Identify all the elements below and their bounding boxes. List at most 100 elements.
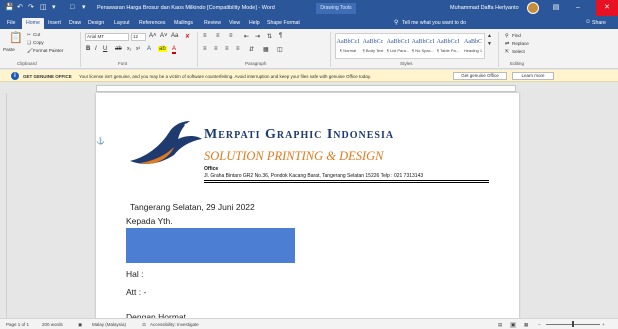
cut-icon[interactable]: ✂ bbox=[27, 32, 31, 38]
grow-font-icon[interactable]: A˄ bbox=[149, 33, 157, 39]
subscript-icon[interactable]: x₂ bbox=[127, 46, 131, 52]
bullets-icon[interactable]: ≡ bbox=[203, 33, 207, 39]
tab-home[interactable]: Home bbox=[22, 18, 44, 29]
tab-draw[interactable]: Draw bbox=[68, 18, 82, 29]
shrink-font-icon[interactable]: A˅ bbox=[160, 33, 168, 39]
language[interactable]: Malay (Malaysia) bbox=[92, 322, 126, 327]
document-page[interactable]: ⚓ Merpati Graphic Indonesia SOLUTION PRI… bbox=[96, 93, 519, 323]
customize-qat-icon[interactable]: ▾ bbox=[52, 3, 56, 12]
borders-icon[interactable]: ◫ bbox=[277, 46, 283, 53]
align-right-icon[interactable]: ≡ bbox=[225, 46, 229, 52]
save-icon[interactable]: 💾 bbox=[5, 3, 14, 12]
tab-design[interactable]: Design bbox=[87, 18, 105, 29]
read-mode-icon[interactable]: ▤ bbox=[498, 322, 502, 328]
tab-view[interactable]: View bbox=[228, 18, 241, 29]
page-count[interactable]: Page 1 of 1 bbox=[6, 322, 29, 327]
zoom-out-icon[interactable]: – bbox=[538, 322, 541, 327]
text-effects-icon[interactable]: A bbox=[147, 46, 151, 52]
styles-more-icon[interactable]: ▼ bbox=[487, 41, 492, 47]
font-color-icon[interactable]: A bbox=[172, 46, 177, 54]
italic-icon[interactable]: I bbox=[95, 46, 97, 52]
select-icon[interactable]: ⇱ bbox=[505, 49, 509, 55]
minimize-icon[interactable]: – bbox=[570, 2, 586, 14]
multilevel-list-icon[interactable]: ≡ bbox=[229, 33, 233, 39]
learn-more-button[interactable]: Learn more bbox=[512, 72, 554, 80]
zoom-slider-thumb[interactable] bbox=[572, 321, 574, 327]
cut-button[interactable]: Cut bbox=[33, 32, 40, 37]
web-layout-icon[interactable]: ▦ bbox=[524, 322, 528, 328]
accessibility-status[interactable]: Accessibility: Investigate bbox=[150, 322, 199, 327]
paste-button[interactable]: Paste bbox=[3, 47, 15, 52]
get-genuine-office-button[interactable]: Get genuine Office bbox=[453, 72, 507, 80]
accessibility-icon[interactable]: ⚖ bbox=[142, 322, 146, 328]
bird-logo bbox=[130, 121, 202, 164]
paste-icon[interactable]: 📋 bbox=[9, 31, 23, 44]
qat-more-icon[interactable]: ▾ bbox=[82, 3, 86, 12]
avatar[interactable] bbox=[527, 2, 539, 14]
line-spacing-icon[interactable]: ⇵ bbox=[249, 46, 254, 53]
format-painter-button[interactable]: Format Painter bbox=[33, 48, 63, 53]
tab-file[interactable]: File bbox=[6, 18, 16, 29]
copy-icon[interactable]: ❏ bbox=[27, 40, 31, 46]
print-layout-icon[interactable]: ▣ bbox=[510, 322, 517, 328]
underline-icon[interactable]: U bbox=[103, 46, 107, 52]
decrease-indent-icon[interactable]: ⇤ bbox=[244, 33, 249, 40]
horizontal-ruler[interactable] bbox=[0, 83, 618, 93]
change-case-icon[interactable]: Aa bbox=[171, 33, 178, 39]
share-button[interactable]: Share bbox=[592, 18, 606, 29]
shading-icon[interactable]: ▦ bbox=[263, 46, 269, 53]
tab-help[interactable]: Help bbox=[248, 18, 261, 29]
user-name[interactable]: Muhammad Daffa Herlyanto bbox=[450, 5, 519, 11]
redacted-recipient-box[interactable] bbox=[126, 228, 295, 263]
office-address: Jl. Graha Bintaro GR2 No.36, Pondok Kaca… bbox=[204, 173, 424, 179]
select-button[interactable]: Select bbox=[512, 49, 525, 54]
style-list-paragraph[interactable]: AaBbCcI ¶ List Para... bbox=[386, 35, 410, 59]
strikethrough-icon[interactable]: ab bbox=[115, 46, 122, 52]
redo-icon[interactable]: ↷ bbox=[28, 3, 34, 12]
proofing-icon[interactable]: ▣ bbox=[78, 322, 82, 328]
replace-icon[interactable]: ⇄ bbox=[505, 41, 509, 47]
word-window: 💾 ↶ ↷ ◫ ▾ □ ▾ Penawaran Harga Brosur dan… bbox=[0, 0, 618, 329]
find-button[interactable]: Find bbox=[512, 33, 521, 38]
tab-shape-format[interactable]: Shape Format bbox=[266, 18, 301, 29]
zoom-in-icon[interactable]: + bbox=[602, 322, 605, 327]
ruler-strip[interactable] bbox=[96, 85, 516, 92]
style-normal[interactable]: AaBbCcI ¶ Normal bbox=[336, 35, 360, 59]
layout-icon[interactable]: □ bbox=[70, 3, 74, 12]
numbering-icon[interactable]: ≡ bbox=[216, 33, 220, 39]
highlight-icon[interactable]: ab bbox=[158, 46, 167, 52]
vertical-ruler[interactable] bbox=[0, 93, 7, 318]
increase-indent-icon[interactable]: ⇥ bbox=[255, 33, 260, 40]
word-count[interactable]: 200 words bbox=[42, 322, 63, 327]
superscript-icon[interactable]: x² bbox=[136, 46, 140, 52]
tab-layout[interactable]: Layout bbox=[113, 18, 131, 29]
tab-mailings[interactable]: Mailings bbox=[173, 18, 194, 29]
justify-icon[interactable]: ≡ bbox=[236, 46, 240, 52]
align-left-icon[interactable]: ≡ bbox=[203, 46, 207, 52]
style-body-text[interactable]: AaBbCc ¶ Body Text bbox=[361, 35, 385, 59]
replace-button[interactable]: Replace bbox=[512, 41, 529, 46]
style-heading-1[interactable]: AaBbC Heading 1 bbox=[461, 35, 485, 59]
style-table-paragraph[interactable]: AaBbCcI ¶ Table Pa... bbox=[436, 35, 460, 59]
sort-icon[interactable]: ⇅ bbox=[267, 33, 272, 40]
touch-mode-icon[interactable]: ◫ bbox=[40, 3, 47, 12]
tell-me-search[interactable]: Tell me what you want to do bbox=[402, 18, 466, 29]
styles-scroll-icon[interactable]: ▲ bbox=[487, 33, 492, 39]
font-size-box[interactable]: 12 bbox=[131, 33, 146, 41]
show-marks-icon[interactable]: ¶ bbox=[279, 33, 282, 39]
bold-icon[interactable]: B bbox=[86, 46, 90, 52]
align-center-icon[interactable]: ≡ bbox=[214, 46, 218, 52]
undo-icon[interactable]: ↶ bbox=[17, 3, 23, 12]
close-icon[interactable]: ✕ bbox=[596, 0, 618, 16]
tab-review[interactable]: Review bbox=[203, 18, 222, 29]
clear-formatting-icon[interactable]: ✘ bbox=[185, 33, 190, 40]
tab-insert[interactable]: Insert bbox=[47, 18, 62, 29]
font-name-box[interactable]: Arial MT bbox=[85, 33, 129, 41]
style-no-spacing[interactable]: AaBbCcI ¶ No Spac... bbox=[411, 35, 435, 59]
find-icon[interactable]: ⚲ bbox=[505, 33, 509, 39]
editing-group-label: Editing bbox=[510, 61, 525, 66]
tab-references[interactable]: References bbox=[138, 18, 167, 29]
copy-button[interactable]: Copy bbox=[33, 40, 44, 45]
format-painter-icon[interactable]: 🖌 bbox=[27, 48, 33, 54]
ribbon-display-icon[interactable]: ▤ bbox=[548, 2, 564, 14]
